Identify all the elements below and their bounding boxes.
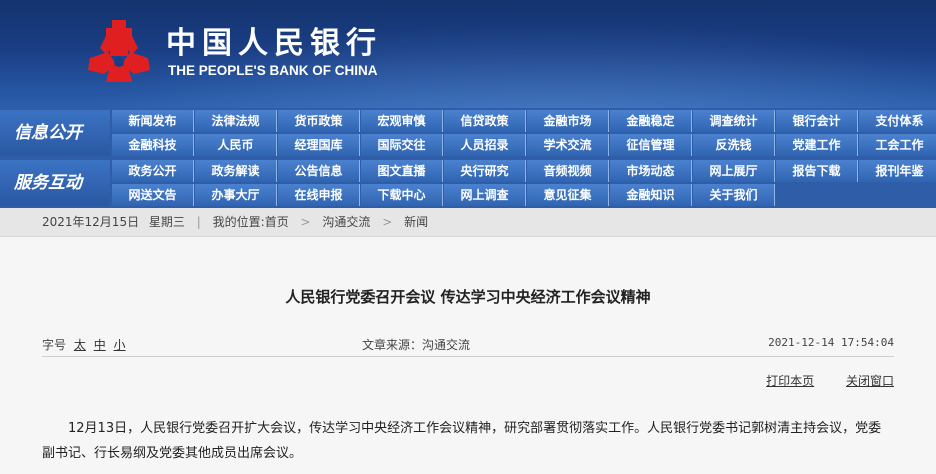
breadcrumb-home-link[interactable]: 首页	[265, 215, 289, 229]
article-container: 人民银行党委召开会议 传达学习中央经济工作会议精神 字号 太 中 小 文章来源：…	[0, 237, 936, 474]
nav-section-label-service: 服务互动	[0, 160, 110, 206]
nav-item[interactable]: 征信管理	[610, 134, 692, 156]
nav-item[interactable]: 音频视频	[527, 160, 609, 182]
nav-item[interactable]: 经理国库	[278, 134, 360, 156]
nav-item[interactable]: 央行研究	[444, 160, 526, 182]
location-prefix: 我的位置:	[212, 215, 265, 229]
article-actions: 打印本页 关闭窗口	[738, 372, 894, 389]
print-page-link[interactable]: 打印本页	[766, 374, 814, 388]
nav-item[interactable]: 新闻发布	[112, 110, 194, 132]
breadcrumb-section-link[interactable]: 沟通交流	[322, 215, 370, 229]
nav-item[interactable]: 在线申报	[278, 184, 360, 206]
nav-item[interactable]: 金融知识	[610, 184, 692, 206]
nav-item[interactable]: 党建工作	[776, 134, 858, 156]
font-size-label: 字号	[42, 338, 67, 352]
nav-item[interactable]: 图文直播	[361, 160, 443, 182]
brand-name-cn: 中国人民银行	[166, 26, 382, 61]
nav-item[interactable]: 意见征集	[527, 184, 609, 206]
article-meta: 字号 太 中 小 文章来源：沟通交流 2021-12-14 17:54:04	[42, 332, 894, 357]
current-weekday: 星期三	[148, 215, 185, 229]
breadcrumb-separator: |	[196, 215, 201, 229]
nav-item[interactable]: 报刊年鉴	[859, 160, 936, 182]
nav-item[interactable]: 报告下载	[776, 160, 858, 182]
font-size-large-link[interactable]: 太	[74, 338, 86, 352]
nav-item[interactable]: 办事大厅	[195, 184, 277, 206]
breadcrumb-bar: 2021年12月15日 星期三 | 我的位置:首页 > 沟通交流 > 新闻	[0, 208, 936, 237]
nav-item[interactable]: 调查统计	[693, 110, 775, 132]
article-body: 12月13日，人民银行党委召开扩大会议，传达学习中央经济工作会议精神，研究部署贯…	[42, 421, 882, 461]
article-title: 人民银行党委召开会议 传达学习中央经济工作会议精神	[285, 288, 651, 306]
nav-item[interactable]: 信贷政策	[444, 110, 526, 132]
breadcrumb-current[interactable]: 新闻	[404, 215, 428, 229]
current-date: 2021年12月15日	[42, 215, 140, 229]
nav-item[interactable]: 金融市场	[527, 110, 609, 132]
main-navigation: 信息公开 服务互动 新闻发布 法律法规 货币政策 宏观审慎 信贷政策 金融市场 …	[0, 108, 936, 208]
nav-item[interactable]: 金融科技	[112, 134, 194, 156]
nav-item[interactable]: 网上调查	[444, 184, 526, 206]
nav-item[interactable]: 工会工作	[859, 134, 936, 156]
nav-item[interactable]: 市场动态	[610, 160, 692, 182]
font-size-control: 字号 太 中 小	[42, 336, 126, 353]
nav-item[interactable]: 反洗钱	[693, 134, 775, 156]
article-datetime: 2021-12-14 17:54:04	[768, 336, 894, 349]
nav-item[interactable]: 下载中心	[361, 184, 443, 206]
font-size-medium-link[interactable]: 中	[94, 338, 106, 352]
nav-item[interactable]: 网送文告	[112, 184, 194, 206]
nav-item[interactable]: 网上展厅	[693, 160, 775, 182]
nav-item[interactable]: 政务公开	[112, 160, 194, 182]
nav-item[interactable]: 人民币	[195, 134, 277, 156]
close-window-link[interactable]: 关闭窗口	[846, 374, 894, 388]
site-header: 中国人民银行 THE PEOPLE'S BANK OF CHINA	[0, 0, 936, 108]
nav-item[interactable]: 货币政策	[278, 110, 360, 132]
nav-item[interactable]: 学术交流	[527, 134, 609, 156]
article-source: 文章来源：沟通交流	[362, 338, 471, 352]
breadcrumb-separator: >	[300, 215, 311, 229]
nav-item[interactable]: 支付体系	[859, 110, 936, 132]
nav-item[interactable]: 政务解读	[195, 160, 277, 182]
nav-item[interactable]: 银行会计	[776, 110, 858, 132]
nav-item[interactable]: 人员招录	[444, 134, 526, 156]
nav-item[interactable]: 国际交往	[361, 134, 443, 156]
pboc-logo-icon[interactable]	[86, 18, 152, 84]
nav-item[interactable]: 关于我们	[693, 184, 775, 206]
font-size-small-link[interactable]: 小	[114, 338, 126, 352]
nav-section-label-info: 信息公开	[0, 110, 110, 156]
nav-item[interactable]: 法律法规	[195, 110, 277, 132]
breadcrumb-separator: >	[382, 215, 393, 229]
breadcrumb: 2021年12月15日 星期三 | 我的位置:首页 > 沟通交流 > 新闻	[42, 208, 428, 236]
brand-name-en: THE PEOPLE'S BANK OF CHINA	[168, 63, 378, 78]
nav-item[interactable]: 宏观审慎	[361, 110, 443, 132]
nav-item[interactable]: 金融稳定	[610, 110, 692, 132]
nav-item[interactable]: 公告信息	[278, 160, 360, 182]
